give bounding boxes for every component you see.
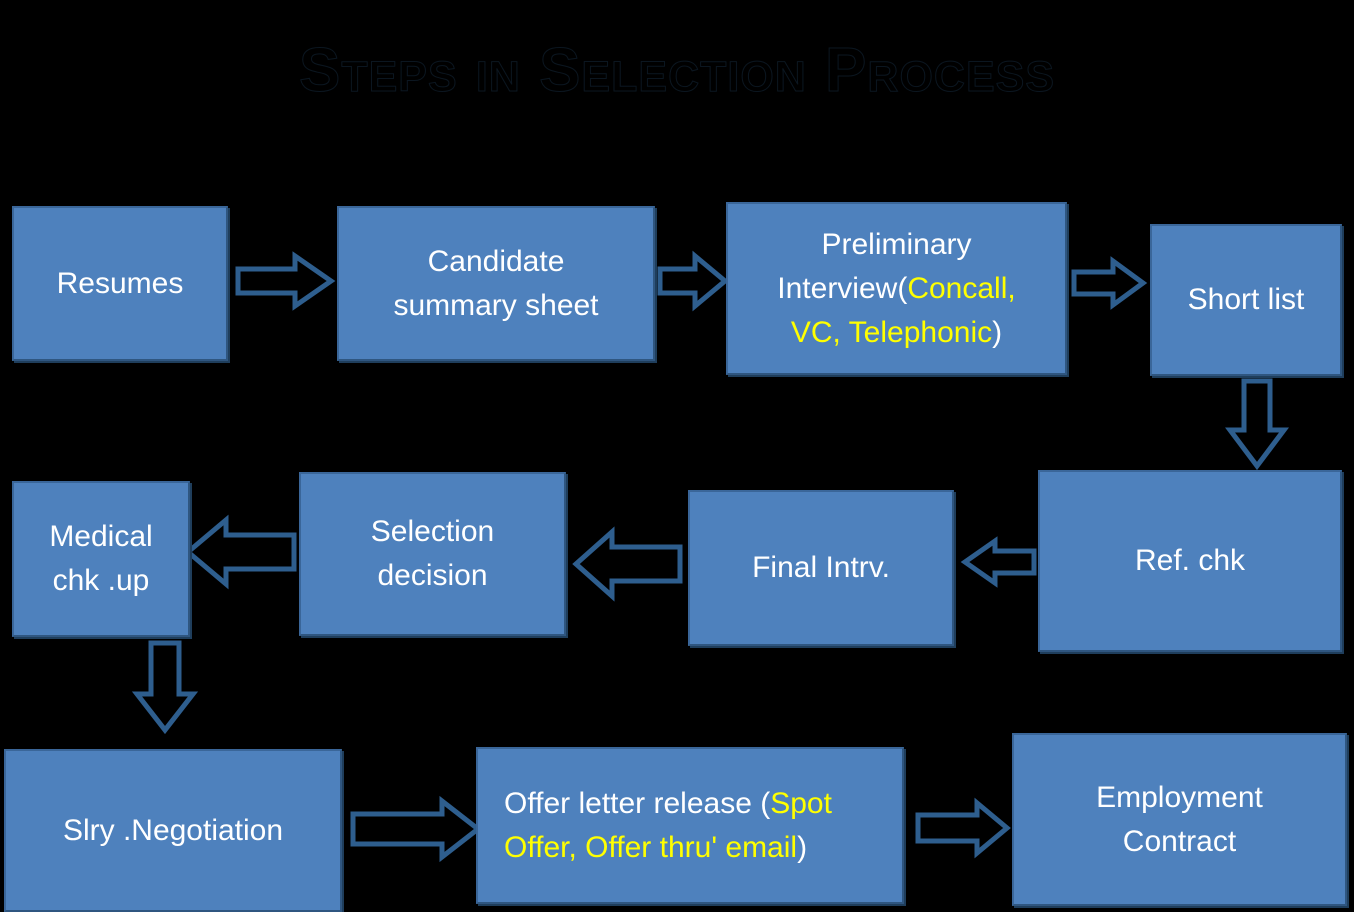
- node-preliminary-line2-white: Interview(: [777, 271, 908, 305]
- node-ref-chk-label: Ref. chk: [1134, 544, 1246, 577]
- node-employment-contract-line2: Contract: [1122, 824, 1237, 858]
- connector-offer-to-employment: [915, 797, 1011, 859]
- node-employment-contract[interactable]: Employment Contract: [1012, 733, 1347, 906]
- node-preliminary-line3-highlight: VC, Telephonic: [790, 315, 993, 349]
- node-medical-chk-line2: chk .up: [52, 564, 150, 597]
- node-candidate-summary[interactable]: Candidate summary sheet: [337, 206, 655, 361]
- node-resumes-label: Resumes: [56, 266, 184, 300]
- node-offer-letter-line1-white: Offer letter release (: [504, 786, 771, 820]
- connector-finalintrv-to-selection: [572, 526, 684, 602]
- node-offer-letter-line2-white: ): [797, 830, 808, 864]
- node-slry-negotiation[interactable]: Slry .Negotiation: [4, 749, 342, 912]
- diagram-canvas: Steps in Selection Process Resumes Candi…: [0, 0, 1354, 912]
- connector-selection-to-medical: [184, 514, 298, 590]
- connector-resumes-to-candidate: [235, 251, 336, 311]
- node-medical-chk[interactable]: Medical chk .up: [12, 481, 190, 637]
- node-medical-chk-line1: Medical: [49, 520, 153, 553]
- node-final-intrv-label: Final Intrv.: [752, 551, 890, 584]
- node-candidate-summary-line2: summary sheet: [393, 288, 599, 322]
- node-selection-decision[interactable]: Selection decision: [299, 472, 566, 636]
- node-employment-contract-line1: Employment: [1096, 780, 1263, 814]
- connector-medical-to-slry: [131, 640, 199, 735]
- connector-refchk-to-finalintrv: [960, 536, 1037, 588]
- connector-candidate-to-preliminary: [657, 250, 729, 312]
- node-candidate-summary-line1: Candidate: [427, 244, 565, 278]
- node-resumes[interactable]: Resumes: [12, 206, 228, 361]
- node-offer-letter-line2-highlight: Offer, Offer thru' email: [504, 830, 798, 864]
- node-short-list-label: Short list: [1187, 283, 1305, 316]
- connector-slry-to-offer: [350, 795, 483, 863]
- node-preliminary-line3-white: ): [992, 315, 1003, 349]
- node-ref-chk[interactable]: Ref. chk: [1038, 470, 1342, 652]
- node-final-intrv[interactable]: Final Intrv.: [688, 490, 954, 646]
- node-offer-letter[interactable]: Offer letter release (Spot Offer, Offer …: [476, 747, 904, 904]
- node-preliminary-line2-highlight: Concall,: [907, 271, 1016, 305]
- node-short-list[interactable]: Short list: [1150, 224, 1342, 376]
- node-slry-negotiation-label: Slry .Negotiation: [62, 813, 284, 847]
- node-selection-decision-line2: decision: [377, 559, 488, 592]
- node-selection-decision-line1: Selection: [370, 515, 495, 548]
- connector-preliminary-to-shortlist: [1071, 256, 1148, 310]
- connector-shortlist-to-refchk: [1225, 378, 1289, 471]
- node-preliminary-line1: Preliminary: [821, 227, 972, 261]
- page-title: Steps in Selection Process: [298, 36, 1056, 105]
- node-preliminary-interview[interactable]: Preliminary Interview(Concall, VC, Telep…: [726, 202, 1067, 375]
- node-offer-letter-line1-highlight: Spot: [770, 786, 832, 820]
